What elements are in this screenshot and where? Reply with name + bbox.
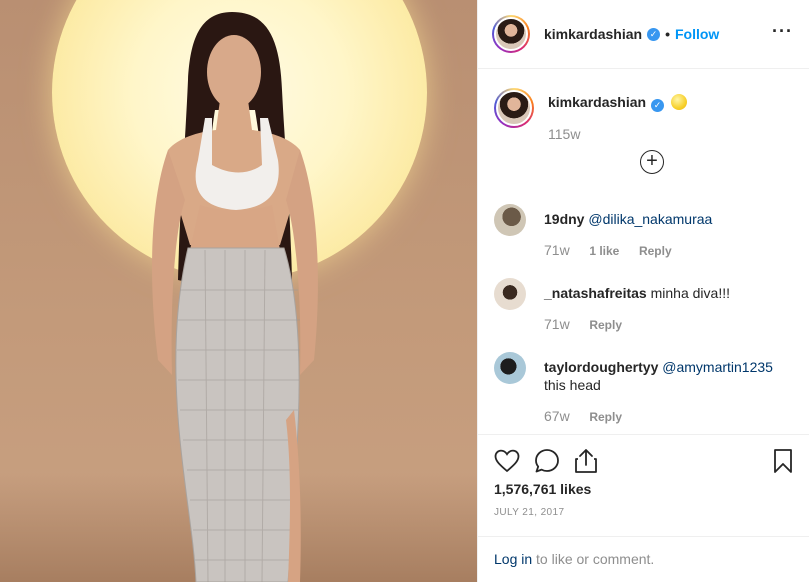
comment-username[interactable]: 19dny	[544, 211, 584, 227]
bookmark-icon[interactable]	[773, 448, 793, 474]
caption: kimkardashian ✓ 115w	[494, 88, 793, 142]
caption-avatar[interactable]	[494, 88, 534, 128]
more-options-icon[interactable]: ···	[772, 22, 793, 42]
comment-item: taylordoughertyy @amymartin1235 this hea…	[494, 352, 773, 424]
comment-icon[interactable]	[534, 448, 560, 474]
comment-username[interactable]: _natashafreitas	[544, 285, 647, 301]
comment-text: minha diva!!!	[650, 285, 730, 301]
comment-mention[interactable]: @dilika_nakamuraa	[588, 211, 712, 227]
post-panel: kimkardashian ✓ • Follow ··· kimkardashi…	[477, 0, 809, 582]
reply-button[interactable]: Reply	[589, 318, 622, 332]
heart-icon[interactable]	[494, 449, 520, 473]
comment-time[interactable]: 71w	[544, 242, 570, 258]
likes-count[interactable]: 1,576,761 likes	[478, 481, 809, 497]
post-username[interactable]: kimkardashian	[544, 26, 642, 42]
verified-badge-icon: ✓	[647, 27, 661, 41]
comment-time[interactable]: 67w	[544, 408, 570, 424]
comment-item: 19dny @dilika_nakamuraa 71w 1 like Reply	[494, 204, 712, 258]
comment-time[interactable]: 71w	[544, 316, 570, 332]
login-prompt: Log in to like or comment.	[478, 536, 809, 582]
caption-time[interactable]: 115w	[548, 126, 687, 142]
verified-badge-icon: ✓	[651, 99, 665, 112]
post-photo[interactable]	[0, 0, 477, 582]
post-date[interactable]: JULY 21, 2017	[478, 507, 809, 518]
comment-username[interactable]: taylordoughertyy	[544, 359, 658, 375]
commenter-avatar[interactable]	[494, 278, 526, 310]
post-header: kimkardashian ✓ • Follow ···	[478, 0, 809, 69]
comment-mention[interactable]: @amymartin1235	[662, 359, 773, 375]
share-icon[interactable]	[574, 448, 598, 474]
follow-button[interactable]: Follow	[675, 26, 719, 42]
caption-username[interactable]: kimkardashian	[548, 94, 646, 110]
separator-dot: •	[665, 26, 670, 42]
comment-likes[interactable]: 1 like	[589, 244, 619, 258]
comment-text: this head	[544, 377, 601, 393]
woman-figure	[152, 12, 318, 582]
comments-section[interactable]: kimkardashian ✓ 115w + 19dny @dilika_naka…	[478, 70, 809, 434]
reply-button[interactable]: Reply	[589, 410, 622, 424]
load-more-comments-icon[interactable]: +	[640, 150, 664, 174]
reply-button[interactable]: Reply	[639, 244, 672, 258]
profile-avatar[interactable]	[492, 15, 530, 53]
yellow-circle-emoji-icon	[670, 94, 687, 110]
commenter-avatar[interactable]	[494, 204, 526, 236]
commenter-avatar[interactable]	[494, 352, 526, 384]
login-prompt-text: to like or comment.	[532, 551, 655, 567]
login-link[interactable]: Log in	[494, 551, 532, 567]
post-actions: 1,576,761 likes JULY 21, 2017 Log in to …	[478, 434, 809, 582]
action-icons	[478, 435, 809, 487]
comment-item: _natashafreitas minha diva!!! 71w Reply	[494, 278, 730, 332]
